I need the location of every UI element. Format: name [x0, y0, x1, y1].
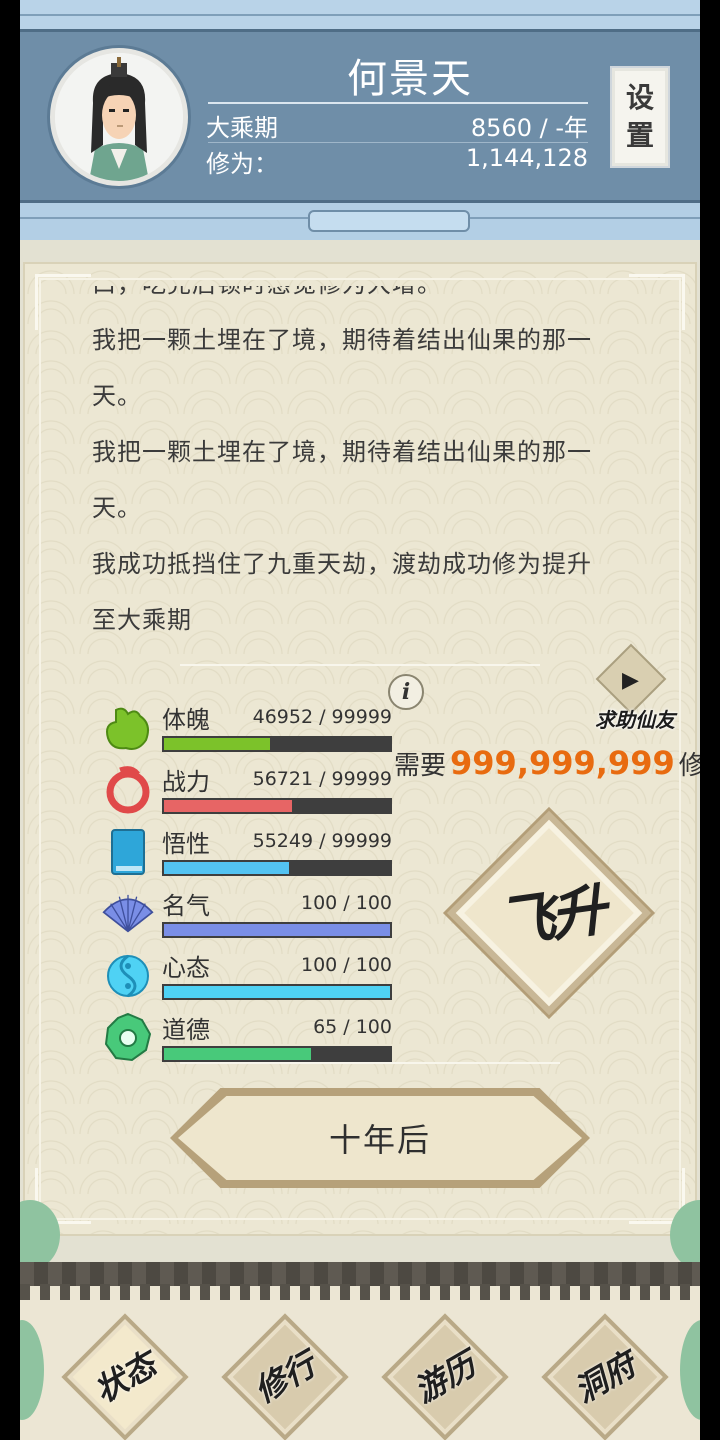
cultivation-label: 修为： — [206, 150, 278, 178]
attribute-value: 55249 / 99999 — [252, 830, 392, 852]
next-decade-button[interactable]: 十年后 — [170, 1088, 590, 1188]
attribute-label: 名气 — [162, 892, 210, 920]
log-line: 我把一颗土埋在了境，期待着结出仙果的那一 — [92, 326, 592, 354]
header-panel: 何景天 大乘期 8560 / -年 修为： 1,144,128 设 置 — [20, 0, 700, 240]
ascend-label[interactable]: 飞升 — [437, 799, 663, 1025]
log-line: 天。 — [92, 494, 142, 522]
character-name: 何景天 — [347, 56, 473, 102]
attribute-label: 悟性 — [162, 830, 210, 858]
attribute-label: 道德 — [162, 1016, 210, 1044]
settings-char-2: 置 — [625, 119, 654, 152]
next-decade-label: 十年后 — [328, 1121, 431, 1159]
ask-friend-button[interactable]: ▶ 求助仙友 — [580, 643, 690, 734]
avatar[interactable] — [50, 48, 188, 186]
character-portrait-icon — [55, 53, 183, 181]
attribute-row: 名气 100 / 100 — [102, 884, 392, 940]
realm-divider — [208, 142, 588, 143]
attribute-label: 战力 — [162, 768, 210, 796]
combat-icon — [102, 764, 154, 816]
attribute-row: 道德 65 / 100 — [102, 1008, 392, 1064]
attribute-bar-fill — [164, 862, 289, 874]
attribute-row: 悟性 55249 / 99999 — [102, 822, 392, 878]
info-icon[interactable]: i — [388, 674, 424, 710]
log-line: 至大乘期 — [92, 606, 192, 634]
attribute-bar — [162, 736, 392, 752]
log-line: 口，吃完后顿时感觉修为大增。 — [92, 286, 652, 312]
lifespan-value: 8560 / -年 — [470, 114, 588, 142]
attribute-bar — [162, 798, 392, 814]
header-top-border — [20, 0, 700, 32]
attribute-row: 战力 56721 / 99999 — [102, 760, 392, 816]
yinyang-icon — [102, 950, 154, 1002]
cultivation-row: 修为： 1,144,128 — [206, 144, 588, 179]
divider — [180, 1062, 560, 1064]
event-log[interactable]: 口，吃完后顿时感觉修为大增。我把一颗土埋在了境，期待着结出仙果的那一天。我把一颗… — [92, 286, 652, 666]
requirement-amount: 999,999,999 — [450, 744, 675, 782]
attribute-bar-fill — [164, 986, 390, 998]
nav-status-button[interactable]: 状态 — [60, 1312, 189, 1440]
attribute-bar — [162, 860, 392, 876]
ask-friend-label: 求助仙友 — [595, 708, 675, 732]
attribute-bar — [162, 1046, 392, 1062]
attribute-bar-fill — [164, 924, 390, 936]
attribute-bar-fill — [164, 738, 271, 750]
attribute-value: 65 / 100 — [313, 1016, 392, 1038]
name-divider — [208, 102, 588, 104]
attribute-row: 体魄 46952 / 99999 — [102, 698, 392, 754]
corner-ornament — [35, 274, 91, 330]
cultivation-value: 1,144,128 — [465, 144, 588, 172]
attribute-value: 100 / 100 — [300, 954, 392, 976]
nav-trim-teeth — [20, 1284, 700, 1300]
settings-button[interactable]: 设 置 — [610, 66, 670, 168]
log-line: 我把一颗土埋在了境，期待着结出仙果的那一 — [92, 438, 592, 466]
settings-char-1: 设 — [625, 81, 654, 114]
nav-travel-button[interactable]: 游历 — [380, 1312, 509, 1440]
fan-icon — [102, 888, 154, 940]
body-icon — [102, 702, 154, 754]
play-icon: ▶ — [622, 668, 639, 693]
header-tab-decoration — [308, 210, 470, 232]
requirement-suffix: 修为 — [678, 751, 700, 781]
attribute-label: 心态 — [162, 954, 210, 982]
log-line: 我成功抵挡住了九重天劫，渡劫成功修为提升 — [92, 550, 592, 578]
divider — [180, 664, 540, 666]
requirement-prefix: 需要 — [394, 751, 447, 781]
attribute-bar-fill — [164, 1048, 311, 1060]
realm-row: 大乘期 8560 / -年 — [206, 108, 588, 143]
attribute-value: 100 / 100 — [300, 892, 392, 914]
game-screen: 何景天 大乘期 8560 / -年 修为： 1,144,128 设 置 口，吃完… — [20, 0, 700, 1440]
attribute-value: 46952 / 99999 — [252, 706, 392, 728]
ascend-requirement: 需要999,999,999修为 — [394, 744, 700, 782]
realm-label: 大乘期 — [206, 114, 278, 142]
log-line: 天。 — [92, 382, 142, 410]
attribute-bar — [162, 922, 392, 938]
attribute-bar — [162, 984, 392, 1000]
attribute-bar-fill — [164, 800, 293, 812]
nav-label: 游历 — [407, 1345, 483, 1411]
flower-icon — [102, 1012, 154, 1064]
nav-label: 洞府 — [567, 1345, 643, 1411]
attribute-row: 心态 100 / 100 — [102, 946, 392, 1002]
event-log-content: 口，吃完后顿时感觉修为大增。我把一颗土埋在了境，期待着结出仙果的那一天。我把一颗… — [92, 286, 652, 648]
nav-label: 状态 — [87, 1345, 163, 1411]
nav-cultivate-button[interactable]: 修行 — [220, 1312, 349, 1440]
attribute-value: 56721 / 99999 — [252, 768, 392, 790]
attribute-label: 体魄 — [162, 706, 210, 734]
nav-cave-button[interactable]: 洞府 — [540, 1312, 669, 1440]
book-icon — [102, 826, 154, 878]
nav-label: 修行 — [247, 1345, 323, 1411]
